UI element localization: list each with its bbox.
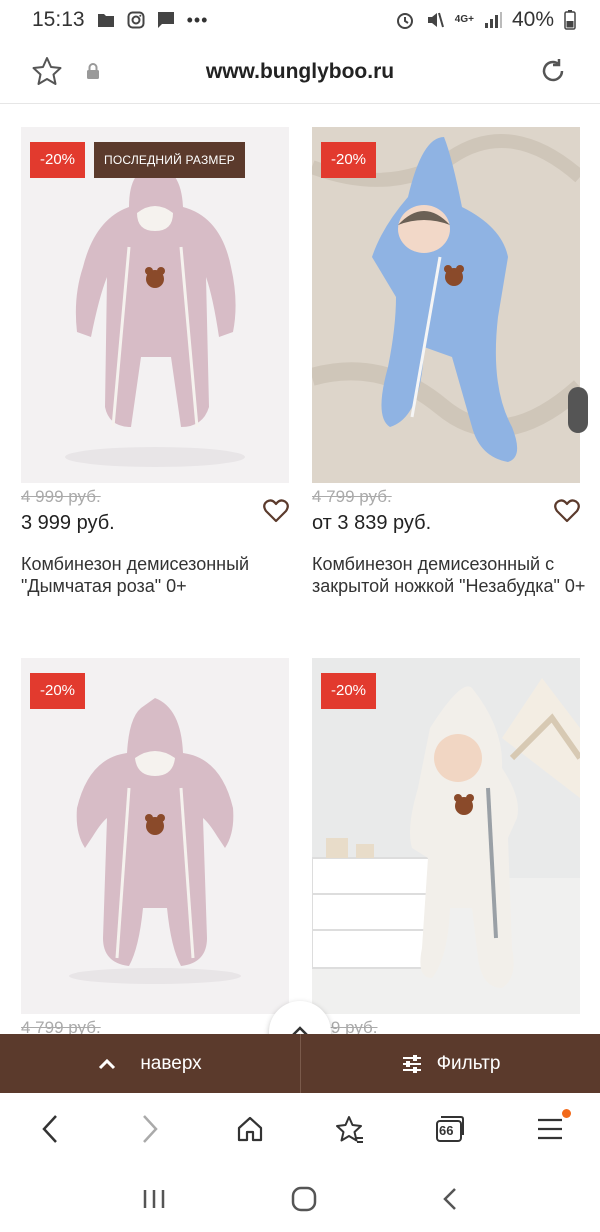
favorite-heart-icon[interactable] [554, 499, 580, 523]
battery-percent: 40% [511, 8, 554, 31]
discount-badge: -20% [30, 142, 86, 178]
recent-apps-icon[interactable] [142, 1188, 166, 1210]
baby-in-white-jumpsuit-illustration [312, 678, 580, 1014]
home-circle-icon[interactable] [291, 1186, 317, 1212]
baby-in-blue-jumpsuit-illustration [312, 134, 580, 462]
bottom-action-bar: наверх Фильтр [0, 1034, 600, 1093]
forward-arrow-icon [143, 1115, 158, 1143]
product-image[interactable] [312, 658, 580, 1014]
old-price: 4 999 руб. [21, 487, 101, 506]
message-icon [157, 12, 174, 28]
product-card[interactable]: -20% 4 799 руб. от 3 839 руб. Комбинезон… [312, 127, 585, 627]
scroll-up-label: наверх [140, 1052, 202, 1074]
network-type: 4G+ [454, 14, 474, 25]
status-bar: 15:13 ••• 4G+ 40% [0, 0, 600, 40]
filter-button[interactable]: Фильтр [300, 1034, 600, 1093]
bookmark-star-icon[interactable] [32, 56, 62, 86]
home-icon [237, 1116, 263, 1142]
scroll-handle[interactable] [568, 387, 588, 433]
scroll-up-button[interactable]: наверх [0, 1034, 300, 1093]
system-back-icon[interactable] [442, 1187, 458, 1211]
tabs-button[interactable]: 66 [420, 1099, 480, 1159]
signal-icon [484, 12, 502, 28]
hamburger-menu-icon [538, 1118, 562, 1140]
mute-icon [427, 12, 444, 28]
product-card[interactable]: -20% ПОСЛЕДНИЙ РАЗМЕР 4 999 руб. 3 999 р… [21, 127, 289, 627]
folder-icon [97, 14, 114, 27]
price: от 3 839 руб. [312, 512, 432, 534]
product-image[interactable] [312, 127, 580, 483]
jumpsuit-illustration [69, 698, 241, 984]
alarm-icon [396, 13, 413, 29]
product-image[interactable] [21, 658, 289, 1014]
price: 3 999 руб. [21, 512, 115, 534]
forward-button[interactable] [120, 1099, 180, 1159]
filter-sliders-icon [402, 1054, 421, 1073]
discount-badge: -20% [30, 673, 86, 709]
back-button[interactable] [20, 1099, 80, 1159]
product-name[interactable]: Комбинезон демисезонный с закрытой ножко… [312, 553, 587, 597]
tab-count: 66 [439, 1123, 454, 1138]
instagram-icon [127, 11, 145, 29]
browser-toolbar: 66 [0, 1093, 600, 1165]
address-bar[interactable]: www.bunglyboo.ru [0, 40, 600, 104]
notification-dot [562, 1109, 571, 1118]
back-arrow-icon [42, 1115, 57, 1143]
chevron-up-icon [99, 1058, 116, 1069]
discount-badge: -20% [321, 673, 377, 709]
home-button[interactable] [220, 1099, 280, 1159]
product-image[interactable] [21, 127, 289, 483]
product-card[interactable]: -20% 4 799 руб. [21, 658, 289, 1034]
product-name[interactable]: Комбинезон демисезонный "Дымчатая роза" … [21, 553, 296, 597]
discount-badge: -20% [321, 142, 377, 178]
filter-label: Фильтр [436, 1052, 501, 1074]
jumpsuit-illustration [65, 167, 245, 467]
favorite-heart-icon[interactable] [263, 499, 289, 523]
old-price: 4 799 руб. [312, 487, 392, 506]
bookmarks-button[interactable] [320, 1099, 380, 1159]
menu-button[interactable] [520, 1099, 580, 1159]
product-card[interactable]: -20% 899 руб. [312, 658, 580, 1034]
last-size-badge: ПОСЛЕДНИЙ РАЗМЕР [94, 142, 246, 178]
lock-icon [87, 63, 99, 79]
bookmarks-star-icon [336, 1116, 363, 1143]
old-price: 4 799 руб. [21, 1018, 101, 1034]
reload-icon[interactable] [538, 56, 568, 86]
more-dots-icon: ••• [186, 9, 209, 30]
battery-icon [564, 10, 576, 30]
system-navigation-bar [0, 1165, 600, 1232]
status-time: 15:13 [32, 8, 85, 31]
